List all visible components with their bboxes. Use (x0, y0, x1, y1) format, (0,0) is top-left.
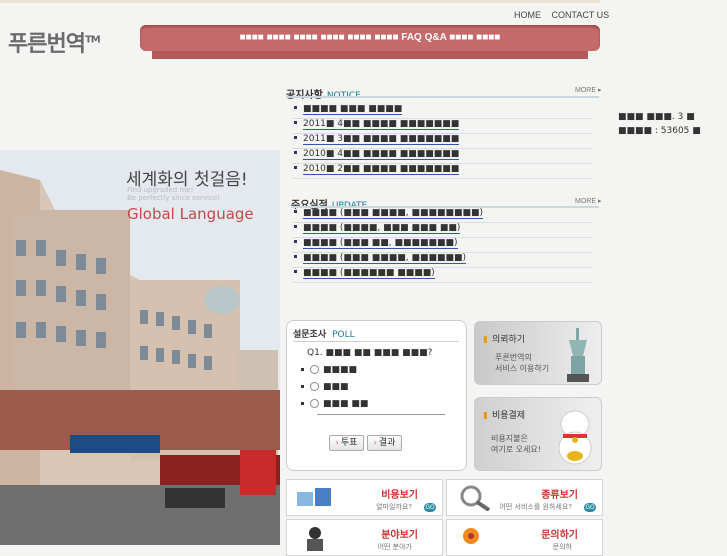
bullet-icon (294, 225, 297, 228)
nav-menu-items[interactable]: ■■■■ ■■■■ ■■■■ ■■■■ ■■■■ ■■■■ FAQ Q&A ■■… (140, 32, 600, 43)
payment-card[interactable]: ▮ 비용결제 비용지불은 여기로 오세요! (474, 397, 602, 471)
go-button[interactable]: GO (424, 503, 436, 512)
tile-cost-view[interactable]: 비용보기 얼마일까요? GO (286, 479, 443, 516)
update-item[interactable]: ■■■■ (■■■■■■ ■■■■) (292, 268, 592, 283)
nav-shadow (152, 51, 588, 59)
notice-divider (286, 96, 599, 98)
tile-subtitle: 어떤 분야가 (377, 543, 412, 551)
slogan-global-language: Global Language (127, 205, 254, 223)
bullet-icon (294, 240, 297, 243)
poll-option[interactable]: ■■■■ (301, 365, 357, 375)
top-links: HOME CONTACT US (514, 10, 617, 20)
magnifier-icon (460, 485, 491, 511)
lucky-cat-icon (558, 410, 592, 465)
update-item[interactable]: ■■■■ (■■■ ■■■■, ■■■■■■) (292, 253, 592, 268)
arrow-right-icon: › (373, 438, 377, 447)
notice-more-link[interactable]: MORE ▸ (575, 86, 601, 94)
contact-us-link[interactable]: CONTACT US (552, 10, 610, 20)
bullet-icon (294, 106, 297, 109)
go-button[interactable]: GO (584, 503, 596, 512)
site-logo[interactable]: 푸른번역TM (8, 26, 101, 58)
notice-title: 공지사항NOTICE (286, 86, 361, 101)
marker-icon: ▮ (483, 335, 488, 345)
notice-item[interactable]: 2011■ 4■■ ■■■■ ■■■■■■■ (292, 119, 592, 134)
poll-options-divider (317, 414, 445, 415)
main-nav[interactable]: ■■■■ ■■■■ ■■■■ ■■■■ ■■■■ ■■■■ FAQ Q&A ■■… (140, 25, 600, 51)
tile-subtitle: 얼마일까요? (376, 503, 412, 511)
bullet-icon (294, 270, 297, 273)
statue-of-liberty-icon (567, 328, 589, 382)
tile-title: 비용보기 (381, 490, 418, 501)
notice-item[interactable]: 2010■ 4■■ ■■■■ ■■■■■■■ (292, 149, 592, 164)
notice-item[interactable]: ■■■■ ■■■ ■■■■ (292, 104, 592, 119)
tile-title: 문의하기 (541, 530, 578, 541)
tile-subtitle: 문의하 (552, 543, 572, 551)
bullet-icon (294, 166, 297, 169)
tile-title: 분야보기 (381, 530, 418, 541)
poll-box: 설문조사 POLL Q1. ■■■ ■■ ■■■ ■■■? ■■■■ ■■■ ■■… (286, 320, 467, 471)
request-subtitle: 푸른번역의 서비스 이용하기 (495, 353, 550, 373)
tile-inquiry[interactable]: 문의하기 문의하 (446, 519, 603, 556)
slogan-line-1: Find upgraded me! (127, 186, 194, 194)
request-title: ▮ 의뢰하기 (483, 335, 526, 345)
update-more-link[interactable]: MORE ▸ (575, 197, 601, 205)
person-icon (307, 527, 323, 551)
radio-button[interactable] (310, 382, 319, 391)
vote-button[interactable]: › 투표 (329, 435, 364, 451)
tile-type-view[interactable]: 종류보기 어떤 서비스를 원하세요? GO (446, 479, 603, 516)
update-item[interactable]: ■■■■ (■■■■, ■■■ ■■■ ■■) (292, 223, 592, 238)
notice-item[interactable]: 2010■ 2■■ ■■■■ ■■■■■■■ (292, 164, 592, 179)
flower-icon (463, 528, 479, 544)
tile-field-view[interactable]: 분야보기 어떤 분야가 (286, 519, 443, 556)
arrow-right-icon: › (335, 438, 339, 447)
slogan-line-2: Be perfectly since service! (127, 194, 220, 202)
notice-item[interactable]: 2011■ 3■■ ■■■■ ■■■■■■■ (292, 134, 592, 149)
result-button[interactable]: › 결과 (367, 435, 402, 451)
cost-icon (297, 488, 331, 506)
bullet-icon (294, 151, 297, 154)
bullet-icon (294, 121, 297, 124)
request-card[interactable]: ▮ 의뢰하기 푸른번역의 서비스 이용하기 (474, 321, 602, 385)
bullet-icon (301, 368, 304, 371)
bullet-icon (294, 136, 297, 139)
update-item[interactable]: ■■■■ (■■■ ■■, ■■■■■■■) (292, 238, 592, 253)
bullet-icon (294, 255, 297, 258)
tile-subtitle: 어떤 서비스를 원하세요? (499, 503, 572, 511)
tile-title: 종류보기 (541, 490, 578, 501)
poll-question: Q1. ■■■ ■■ ■■■ ■■■? (307, 348, 433, 358)
update-item[interactable]: ■■■■ (■■■ ■■■■, ■■■■■■■■) (292, 208, 592, 223)
payment-title: ▮ 비용결제 (483, 411, 526, 421)
bullet-icon (301, 385, 304, 388)
visitor-stats-today: ■■■ ■■■. 3 ■ (618, 112, 695, 122)
poll-title: 설문조사 POLL (293, 330, 355, 340)
visitor-stats-total: ■■■■ : 53605 ■ (618, 126, 701, 136)
payment-subtitle: 비용지불은 여기로 오세요! (491, 434, 541, 454)
home-link[interactable]: HOME (514, 10, 541, 20)
radio-button[interactable] (310, 399, 319, 408)
poll-option[interactable]: ■■■ (301, 382, 349, 392)
poll-divider (293, 341, 459, 342)
radio-button[interactable] (310, 365, 319, 374)
bullet-icon (301, 402, 304, 405)
bullet-icon (294, 210, 297, 213)
top-rule (0, 0, 600, 3)
poll-option[interactable]: ■■■ ■■ (301, 399, 368, 409)
marker-icon: ▮ (483, 411, 488, 421)
